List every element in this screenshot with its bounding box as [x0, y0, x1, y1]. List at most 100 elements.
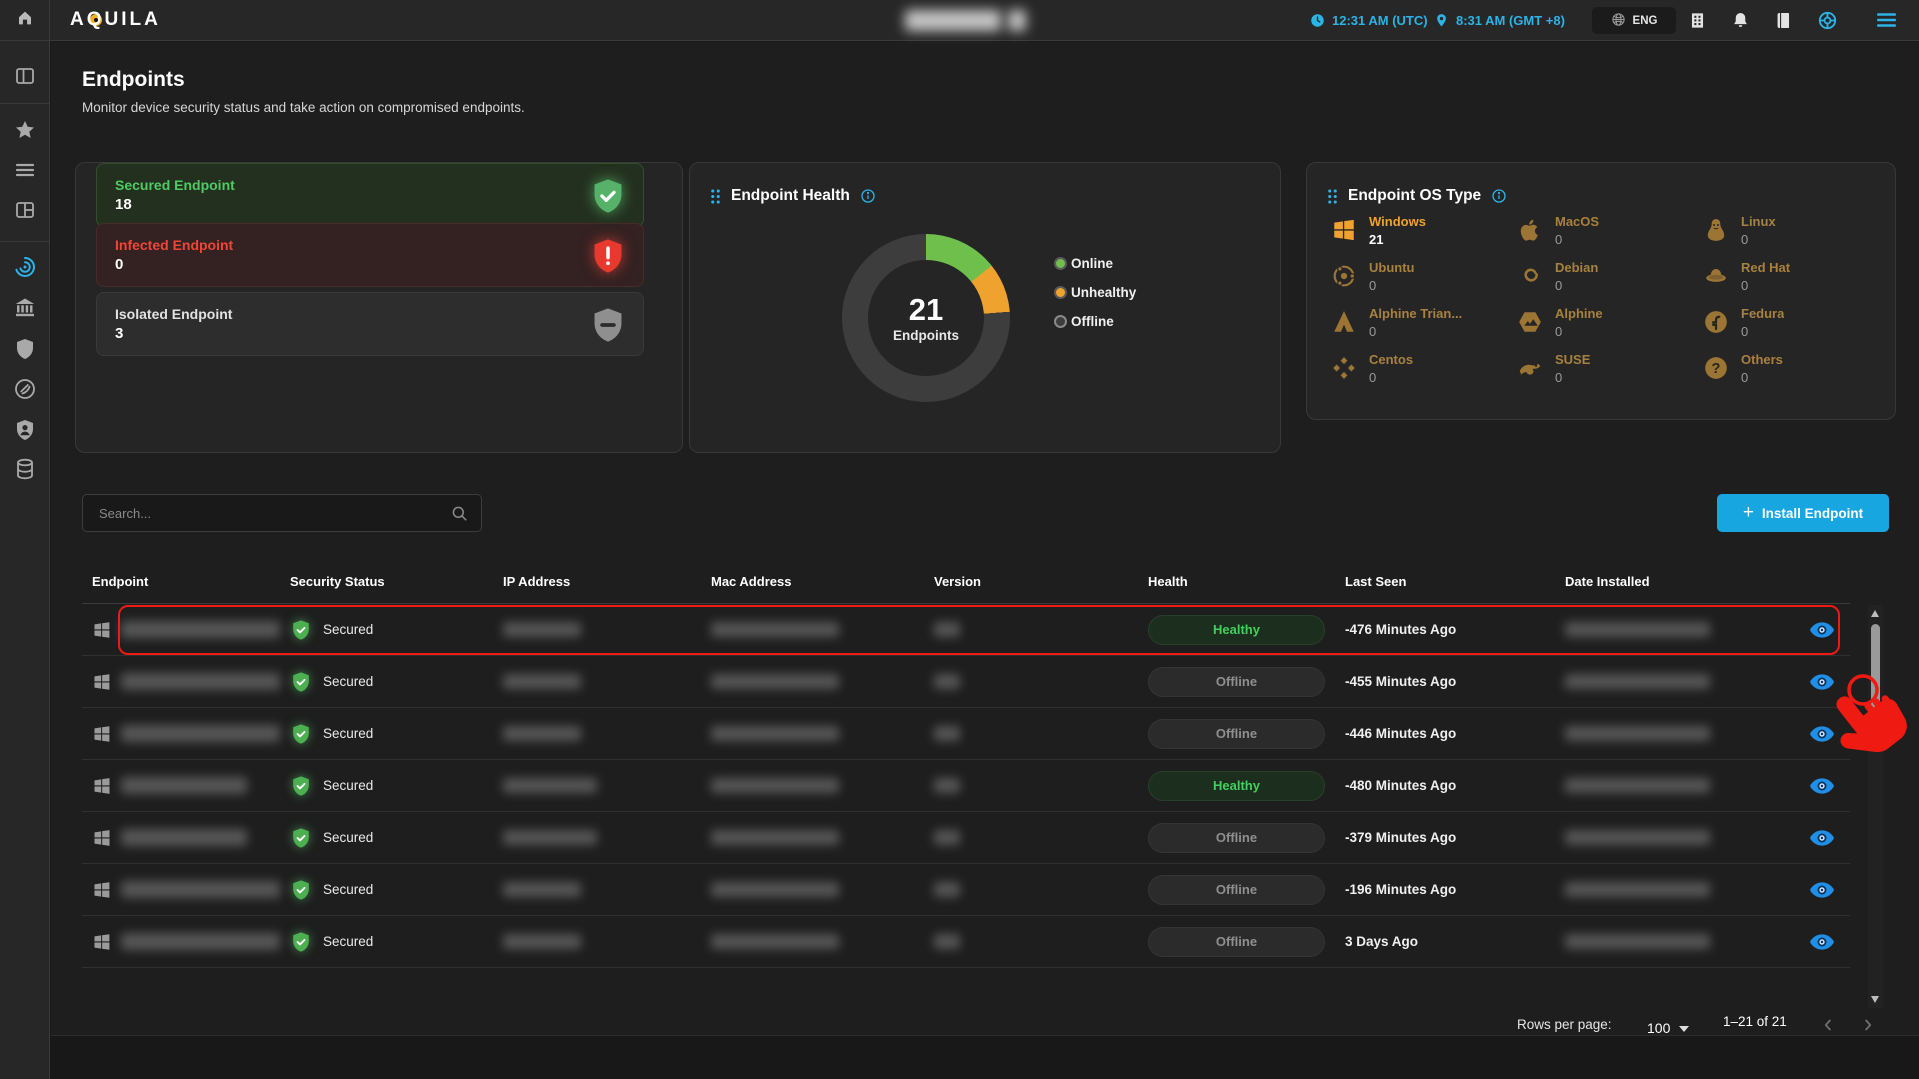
language-label: ENG [1633, 15, 1658, 27]
drag-handle-icon[interactable] [710, 188, 721, 205]
view-details-eye-icon[interactable] [1809, 777, 1835, 795]
endpoint-health-card: Endpoint Health 21 Endpoints Online Unhe… [689, 162, 1281, 453]
tile-count: 0 [115, 256, 233, 273]
redacted-version [934, 726, 960, 741]
view-details-eye-icon[interactable] [1809, 881, 1835, 899]
os-name: SUSE [1555, 353, 1590, 368]
last-seen: 3 Days Ago [1345, 934, 1418, 949]
secured-shield-icon [290, 931, 312, 953]
sidebar-item[interactable] [13, 64, 37, 88]
os-count: 0 [1369, 370, 1413, 385]
navbar-action-icon[interactable] [1774, 11, 1793, 30]
install-endpoint-button[interactable]: + Install Endpoint [1717, 494, 1889, 532]
redacted-mac-address [711, 622, 839, 637]
os-type-item: Alphine Trian... 0 [1331, 307, 1517, 353]
table-row[interactable]: Secured Offline 3 Days Ago [82, 916, 1850, 968]
card-title: Endpoint OS Type [1348, 187, 1481, 205]
secured-shield-icon [290, 827, 312, 849]
health-badge: Healthy [1148, 771, 1325, 801]
view-details-eye-icon[interactable] [1809, 933, 1835, 951]
info-icon[interactable] [860, 188, 876, 204]
security-status: Secured [323, 830, 373, 845]
info-icon[interactable] [1491, 188, 1507, 204]
os-count: 0 [1555, 232, 1599, 247]
endpoint-security-state-card: Endpoint Security State Secured Endpoint… [75, 162, 683, 453]
table-row[interactable]: Secured Offline -455 Minutes Ago [82, 656, 1850, 708]
redacted-version [934, 934, 960, 949]
table-row[interactable]: Secured Offline -379 Minutes Ago [82, 812, 1850, 864]
sidebar-item[interactable] [13, 198, 37, 222]
sidebar-item[interactable] [13, 337, 37, 361]
redacted-version [934, 830, 960, 845]
legend-label: Unhealthy [1071, 285, 1136, 300]
sidebar-item[interactable] [13, 377, 37, 401]
sidebar-item[interactable] [13, 158, 37, 182]
os-type-item: Linux 0 [1703, 215, 1875, 261]
scrollbar-thumb[interactable] [1871, 624, 1880, 716]
redacted-date-installed [1565, 726, 1710, 741]
last-seen: -446 Minutes Ago [1345, 726, 1456, 741]
redacted-version [934, 778, 960, 793]
redacted-mac-address [711, 674, 839, 689]
sidebar-item[interactable] [13, 457, 37, 481]
security-status: Secured [323, 622, 373, 637]
table-row[interactable]: Secured Healthy -476 Minutes Ago [82, 604, 1850, 656]
redacted-date-installed [1565, 778, 1710, 793]
scroll-up-arrow-icon[interactable] [1871, 610, 1879, 617]
home-button[interactable] [0, 0, 50, 41]
navbar-action-icon[interactable] [1731, 11, 1750, 30]
next-page-chevron[interactable] [1859, 1016, 1877, 1034]
redacted-version [934, 882, 960, 897]
previous-page-chevron[interactable] [1819, 1016, 1837, 1034]
navbar-action-icon[interactable] [1688, 11, 1707, 30]
windows-logo-icon [92, 620, 112, 640]
os-count: 0 [1555, 324, 1603, 339]
health-donut-chart: 21 Endpoints [842, 234, 1010, 402]
view-details-eye-icon[interactable] [1809, 829, 1835, 847]
navbar-action-icon[interactable] [1817, 10, 1838, 31]
caret-down-icon [1679, 1026, 1689, 1032]
windows-logo-icon [92, 776, 112, 796]
os-logo-icon [1517, 355, 1543, 381]
os-logo-icon [1331, 263, 1357, 289]
logo-eye-icon: Q [87, 9, 105, 31]
os-count: 21 [1369, 232, 1426, 247]
scroll-down-arrow-icon[interactable] [1871, 996, 1879, 1003]
security-status-tile: Secured Endpoint 18 [96, 163, 644, 227]
rows-per-page-select[interactable]: 100 [1647, 1020, 1689, 1036]
language-selector[interactable]: ENG [1592, 7, 1676, 34]
redacted-mac-address [711, 726, 839, 741]
windows-logo-icon [92, 724, 112, 744]
hamburger-menu-icon[interactable] [1874, 9, 1899, 31]
redacted-mac-address [711, 830, 839, 845]
view-details-eye-icon[interactable] [1809, 673, 1835, 691]
sidebar-item[interactable] [13, 118, 37, 142]
view-details-eye-icon[interactable] [1809, 621, 1835, 639]
drag-handle-icon[interactable] [1327, 188, 1338, 205]
sidebar-item[interactable] [13, 255, 37, 279]
table-row[interactable]: Secured Healthy -480 Minutes Ago [82, 760, 1850, 812]
table-row[interactable]: Secured Offline -446 Minutes Ago [82, 708, 1850, 760]
home-icon [16, 9, 34, 32]
table-row[interactable]: Secured Offline -196 Minutes Ago [82, 864, 1850, 916]
os-logo-icon [1517, 309, 1543, 335]
health-badge: Healthy [1148, 615, 1325, 645]
os-type-item: Fedura 0 [1703, 307, 1875, 353]
health-badge: Offline [1148, 719, 1325, 749]
secured-shield-icon [290, 879, 312, 901]
sidebar-item[interactable] [13, 418, 37, 442]
legend-label: Online [1071, 256, 1113, 271]
redacted-mac-address [711, 882, 839, 897]
table-scrollbar[interactable] [1868, 605, 1883, 1008]
search-input[interactable] [83, 495, 481, 531]
card-title: Endpoint Health [731, 187, 850, 205]
app-logo[interactable]: AQUILA [70, 9, 161, 31]
os-name: Debian [1555, 261, 1598, 276]
os-type-item: Debian 0 [1517, 261, 1703, 307]
utc-time: 12:31 AM (UTC) [1310, 0, 1428, 41]
os-logo-icon [1331, 355, 1357, 381]
view-details-eye-icon[interactable] [1809, 725, 1835, 743]
sidebar-item[interactable] [13, 296, 37, 320]
security-status: Secured [323, 778, 373, 793]
redacted-ip-address [503, 726, 581, 741]
